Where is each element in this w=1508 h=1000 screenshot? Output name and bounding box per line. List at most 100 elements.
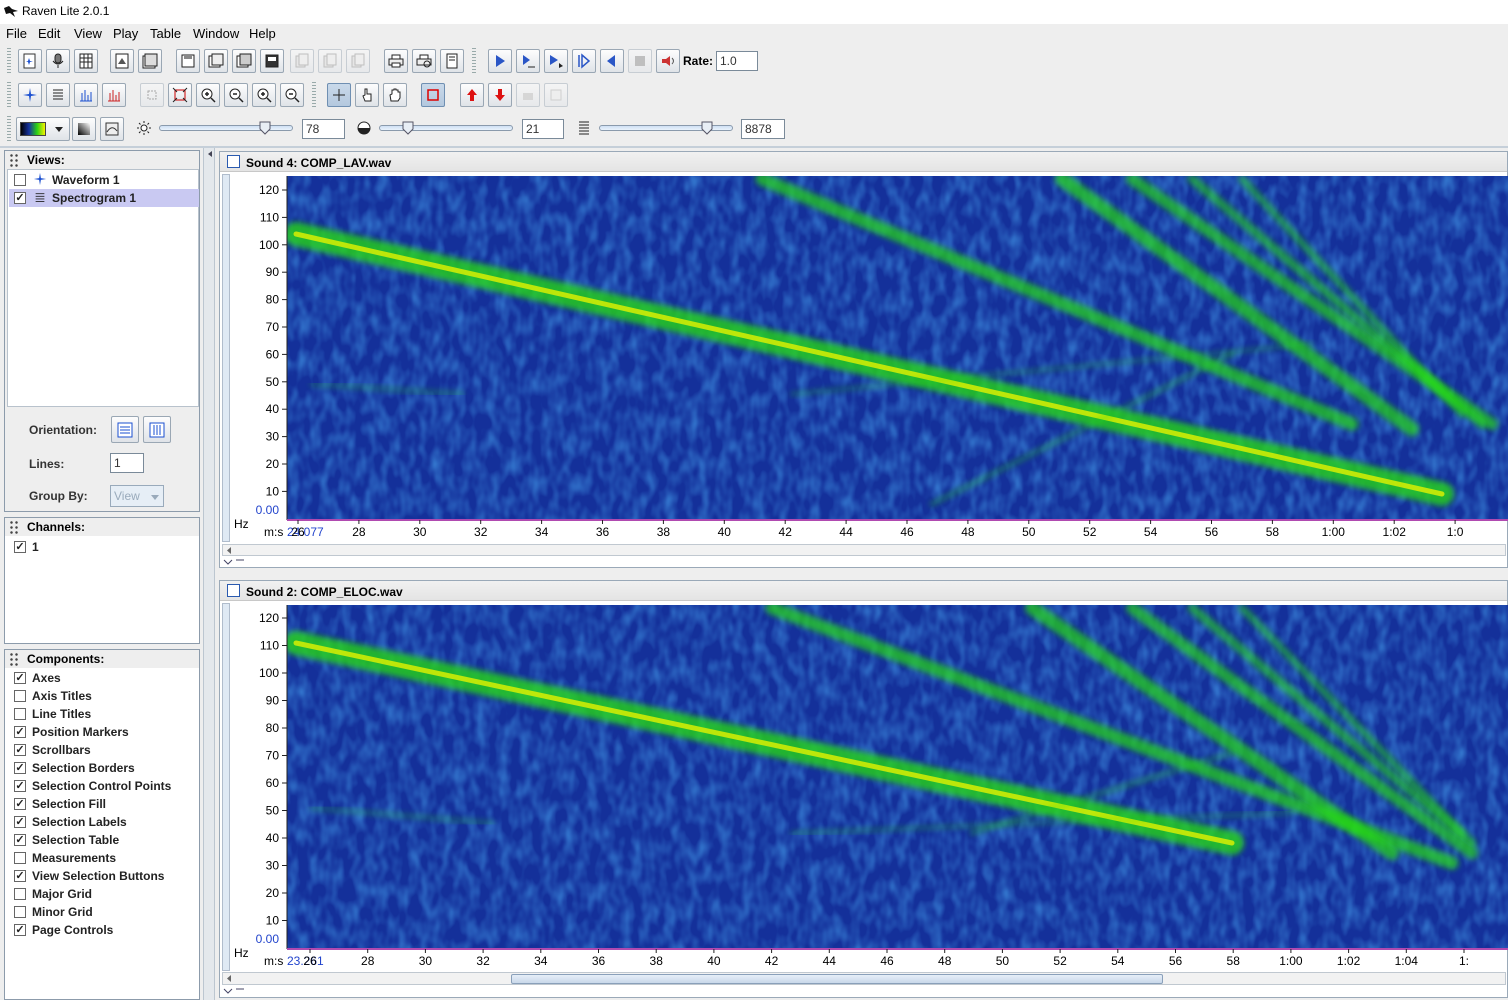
orientation-horizontal-button[interactable]: [111, 416, 139, 443]
stop-button[interactable]: [628, 49, 652, 73]
contrast-slider-thumb[interactable]: [402, 121, 414, 135]
toolbar-grip[interactable]: [7, 116, 11, 142]
scrollbar-thumb[interactable]: [511, 974, 1163, 984]
record-button[interactable]: [46, 49, 70, 73]
brightness-input[interactable]: 78: [302, 119, 345, 139]
spectrum-slice-button[interactable]: [102, 83, 126, 107]
pointer-tool-button[interactable]: [355, 83, 379, 107]
checkbox[interactable]: ✓: [14, 798, 26, 810]
zoom-in-x-button[interactable]: [196, 83, 220, 107]
next-selection-button[interactable]: [488, 83, 512, 107]
paste-button[interactable]: [318, 49, 342, 73]
menu-help[interactable]: Help: [249, 26, 276, 41]
checkbox[interactable]: ✓: [14, 870, 26, 882]
page-controls-icon[interactable]: [222, 558, 246, 566]
previous-selection-button[interactable]: [460, 83, 484, 107]
view-item-spectrogram[interactable]: ✓ Spectrogram 1: [9, 189, 199, 207]
rate-button[interactable]: [656, 49, 680, 73]
zoom-in-y-button[interactable]: [252, 83, 276, 107]
menu-table[interactable]: Table: [150, 26, 181, 41]
component-item-scrollbars[interactable]: ✓ Scrollbars: [9, 741, 199, 759]
menu-file[interactable]: File: [6, 26, 27, 41]
colormap-dropdown[interactable]: [16, 117, 70, 141]
checkbox[interactable]: [14, 906, 26, 918]
play-selection-button[interactable]: [516, 49, 540, 73]
play-visible-button[interactable]: [544, 49, 568, 73]
checkbox[interactable]: ✓: [14, 726, 26, 738]
vertical-scrollbar[interactable]: [222, 603, 230, 971]
component-item-major-grid[interactable]: Major Grid: [9, 885, 199, 903]
checkbox[interactable]: ✓: [14, 744, 26, 756]
component-item-view-selection-buttons[interactable]: ✓ View Selection Buttons: [9, 867, 199, 885]
checkbox[interactable]: ✓: [14, 924, 26, 936]
spectrogram-view-button[interactable]: [46, 83, 70, 107]
checkbox[interactable]: ✓: [14, 762, 26, 774]
contrast-slider[interactable]: [379, 125, 513, 131]
brightness-slider[interactable]: [159, 125, 293, 131]
toolbar-grip[interactable]: [472, 48, 476, 74]
save-button[interactable]: [176, 49, 200, 73]
print-preview-button[interactable]: [412, 49, 436, 73]
checkbox[interactable]: ✓: [14, 192, 26, 204]
component-item-axis-titles[interactable]: Axis Titles: [9, 687, 199, 705]
window-size-slider-thumb[interactable]: [701, 121, 713, 135]
channel-item[interactable]: ✓ 1: [9, 538, 199, 556]
component-item-position-markers[interactable]: ✓ Position Markers: [9, 723, 199, 741]
page-controls-icon[interactable]: [222, 987, 246, 995]
checkbox[interactable]: [14, 708, 26, 720]
checkbox[interactable]: ✓: [14, 780, 26, 792]
new-view-button[interactable]: [18, 49, 42, 73]
scroll-left-icon[interactable]: [225, 546, 233, 555]
export-button[interactable]: [260, 49, 284, 73]
selection-table-button[interactable]: [544, 83, 568, 107]
contrast-input[interactable]: 21: [522, 119, 564, 139]
zoom-out-y-button[interactable]: [280, 83, 304, 107]
page-setup-button[interactable]: [440, 49, 464, 73]
component-item-selection-control-points[interactable]: ✓ Selection Control Points: [9, 777, 199, 795]
component-item-measurements[interactable]: Measurements: [9, 849, 199, 867]
save-all-button[interactable]: [232, 49, 256, 73]
component-item-selection-table[interactable]: ✓ Selection Table: [9, 831, 199, 849]
view-item-waveform[interactable]: Waveform 1: [9, 171, 199, 189]
play-backward-button[interactable]: [600, 49, 624, 73]
open-file-button[interactable]: [110, 49, 134, 73]
window-size-input[interactable]: 8878: [741, 119, 785, 139]
component-item-selection-fill[interactable]: ✓ Selection Fill: [9, 795, 199, 813]
print-button[interactable]: [384, 49, 408, 73]
menu-play[interactable]: Play: [113, 26, 138, 41]
smoothing-button[interactable]: [100, 117, 124, 141]
checkbox[interactable]: ✓: [14, 834, 26, 846]
orientation-vertical-button[interactable]: [143, 416, 171, 443]
spectrogram-canvas[interactable]: 1201101009080706050403020100.00Hzm:s 24.0…: [232, 174, 1508, 542]
collapse-left-icon[interactable]: [206, 150, 214, 158]
toolbar-grip[interactable]: [7, 48, 11, 74]
play-reverse-button[interactable]: [572, 49, 596, 73]
brightness-slider-thumb[interactable]: [259, 121, 271, 135]
zoom-fit-button[interactable]: [168, 83, 192, 107]
checkbox[interactable]: [14, 174, 26, 186]
toolbar-grip[interactable]: [312, 82, 316, 108]
pan-tool-button[interactable]: [383, 83, 407, 107]
component-item-page-controls[interactable]: ✓ Page Controls: [9, 921, 199, 939]
horizontal-scrollbar[interactable]: [222, 544, 1506, 556]
open-recent-button[interactable]: [138, 49, 162, 73]
menu-window[interactable]: Window: [193, 26, 239, 41]
clear-selection-button[interactable]: [516, 83, 540, 107]
rate-input[interactable]: 1.0: [716, 51, 758, 71]
lines-input[interactable]: 1: [110, 453, 144, 473]
zoom-out-x-button[interactable]: [224, 83, 248, 107]
selection-box-button[interactable]: [421, 83, 445, 107]
table-open-button[interactable]: [74, 49, 98, 73]
play-button[interactable]: [488, 49, 512, 73]
zoom-selection-button[interactable]: [140, 83, 164, 107]
component-item-selection-borders[interactable]: ✓ Selection Borders: [9, 759, 199, 777]
checkbox[interactable]: ✓: [14, 816, 26, 828]
checkbox[interactable]: [14, 852, 26, 864]
component-item-selection-labels[interactable]: ✓ Selection Labels: [9, 813, 199, 831]
select-tool-button[interactable]: [327, 83, 351, 107]
component-item-axes[interactable]: ✓ Axes: [9, 669, 199, 687]
menu-view[interactable]: View: [74, 26, 102, 41]
horizontal-scrollbar[interactable]: [222, 972, 1506, 985]
toolbar-grip[interactable]: [7, 82, 11, 108]
component-item-minor-grid[interactable]: Minor Grid: [9, 903, 199, 921]
